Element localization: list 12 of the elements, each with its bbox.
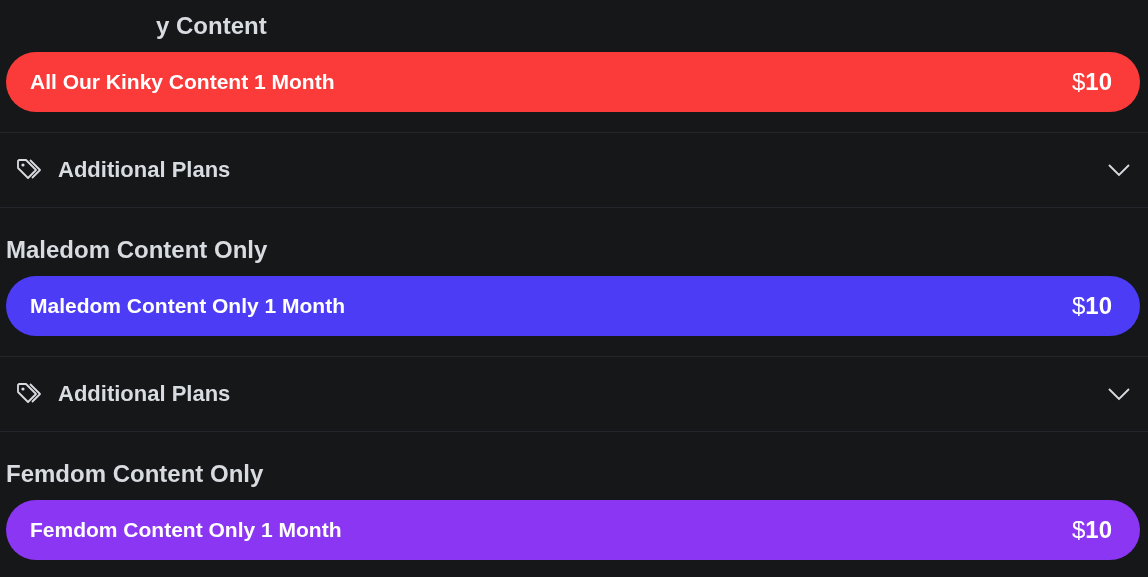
section-heading: Maledom Content Only [6, 235, 268, 265]
tag-icon [16, 382, 42, 406]
tag-icon [16, 158, 42, 182]
chevron-down-icon[interactable] [1108, 387, 1130, 401]
additional-plans-toggle[interactable]: Additional Plans [58, 381, 231, 407]
chevron-down-icon[interactable] [1108, 163, 1130, 177]
section-heading: Femdom Content Only [6, 459, 264, 489]
subscription-button[interactable]: Maledom Content Only 1 Month $10 [6, 276, 1140, 336]
subscription-button[interactable]: All Our Kinky Content 1 Month $10 [6, 52, 1140, 112]
subscription-button[interactable]: Femdom Content Only 1 Month $10 [6, 500, 1140, 560]
section-heading: y Content [156, 11, 267, 41]
additional-plans-toggle[interactable]: Additional Plans [58, 157, 231, 183]
